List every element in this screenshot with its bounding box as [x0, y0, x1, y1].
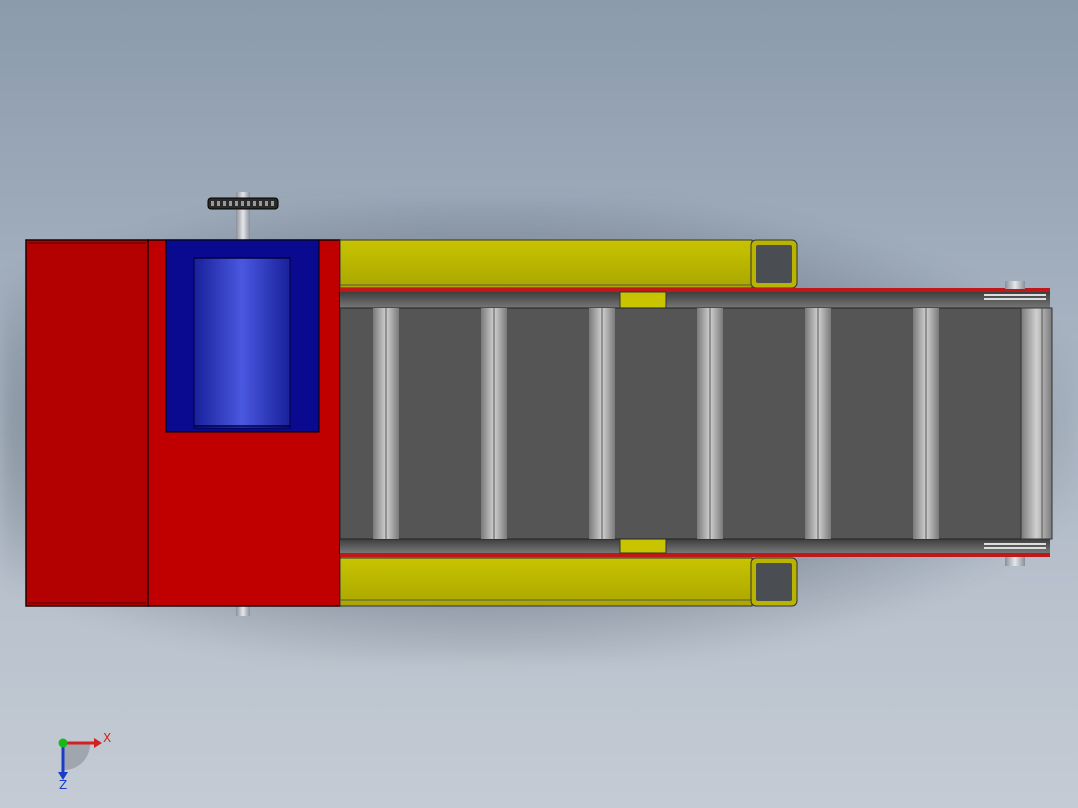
sprocket-gear: [207, 197, 279, 210]
orientation-triad[interactable]: X Z: [50, 728, 120, 798]
center-bracket-bottom: [619, 538, 667, 554]
y-axis-dot-icon: [58, 738, 68, 748]
side-rail-top: [339, 239, 753, 289]
conveyor-belt: [339, 307, 1053, 540]
cad-viewport[interactable]: X Z: [0, 0, 1078, 808]
z-axis-label: Z: [59, 778, 68, 792]
tail-pulley: [1020, 307, 1053, 540]
side-rail-bottom: [339, 557, 753, 607]
edge-strip-bottom: [340, 553, 1050, 557]
triad-plane-icon: [63, 743, 91, 771]
x-axis-label: X: [103, 731, 112, 745]
edge-strip-top: [340, 288, 1050, 292]
motor-housing-end: [25, 239, 149, 607]
conveyor-model[interactable]: [0, 0, 1078, 808]
guide-channel-bottom: [340, 539, 1050, 553]
center-bracket-top: [619, 291, 667, 309]
guide-channel-top: [340, 292, 1050, 308]
motor-drum: [193, 257, 291, 429]
